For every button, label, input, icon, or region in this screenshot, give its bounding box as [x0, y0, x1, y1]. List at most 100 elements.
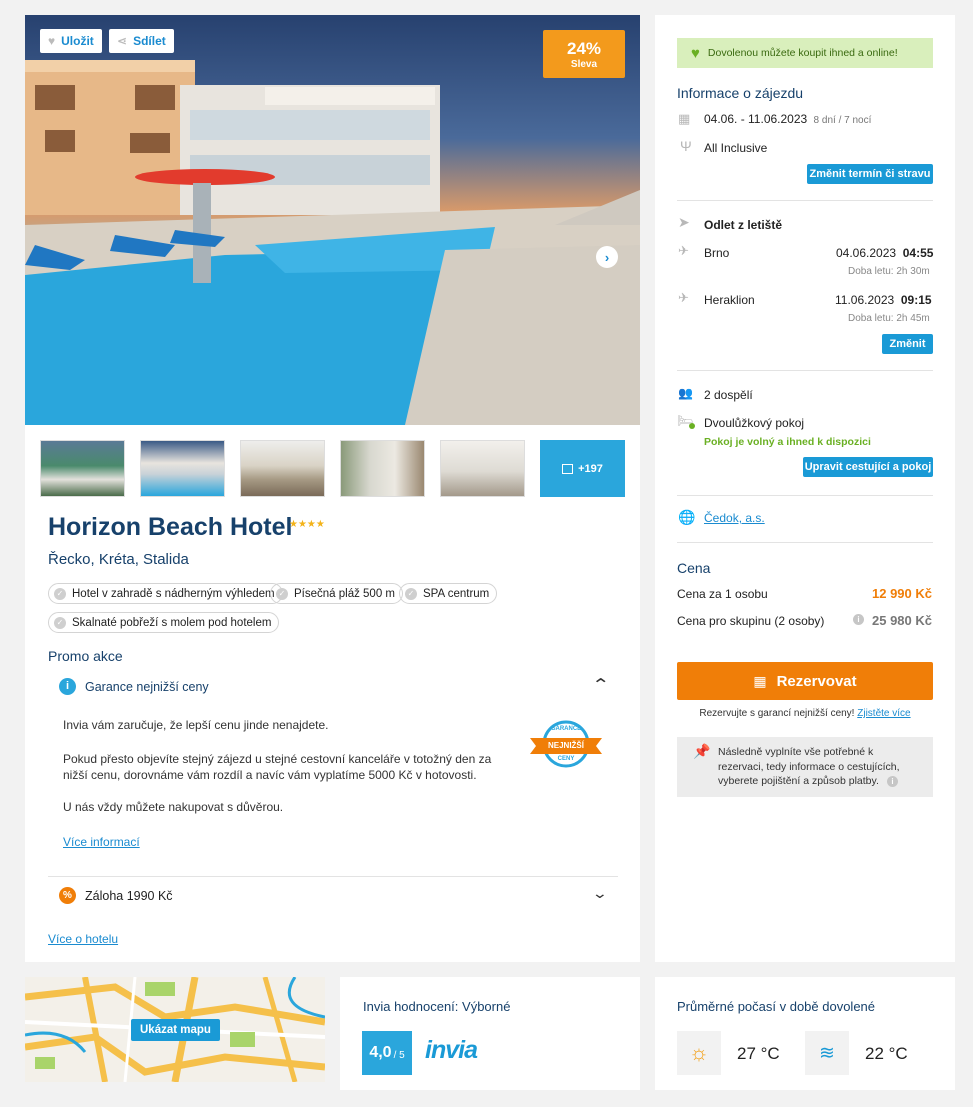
return-duration: Doba letu: 2h 45m	[848, 313, 930, 324]
invia-logo: invia	[425, 1036, 478, 1064]
heart-icon: ♥	[691, 44, 700, 62]
book-button[interactable]: ▦ Rezervovat	[677, 662, 933, 700]
info-icon[interactable]: i	[853, 614, 864, 625]
guarantee-note-text: Rezervujte s garancí nejnižší ceny!	[699, 708, 855, 719]
feature-tag-label: Písečná pláž 500 m	[294, 587, 396, 600]
discount-badge: 24% Sleva	[543, 30, 625, 78]
change-term-button[interactable]: Změnit termín či stravu	[807, 164, 933, 184]
save-label: Uložit	[61, 34, 94, 48]
promo-text-3: U nás vždy můžete nakupovat s důvěrou.	[63, 800, 284, 814]
room-status: Pokoj je volný a ihned k dispozici	[704, 436, 871, 448]
more-photos-button[interactable]: +197	[540, 440, 625, 497]
trip-info-heading: Informace o zájezdu	[677, 85, 804, 101]
hotel-name: Horizon Beach Hotel	[48, 513, 293, 541]
info-icon: i	[59, 678, 76, 695]
photo-thumbnail[interactable]	[340, 440, 425, 497]
promo-text-1: Invia vám zaručuje, že lepší cenu jinde …	[63, 718, 329, 732]
check-icon: ✓	[276, 587, 288, 600]
show-map-button[interactable]: Ukázat mapu	[131, 1019, 220, 1041]
return-time: 09:15	[900, 293, 932, 307]
feature-tag: ✓ SPA centrum	[399, 583, 498, 604]
check-icon: ✓	[405, 587, 417, 600]
chevron-right-icon: ›	[604, 249, 610, 265]
rating-value: 4,0	[369, 1044, 392, 1061]
chevron-up-icon: ⌃	[591, 677, 611, 694]
heart-icon: ♥	[48, 34, 56, 48]
water-temperature: 22 °C	[865, 1044, 908, 1063]
price-group: 25 980 Kč	[872, 613, 932, 628]
water-temperature-icon: ≋	[805, 1031, 849, 1075]
calendar-icon: ▦	[753, 672, 767, 689]
share-icon: ⋖	[117, 34, 128, 48]
outbound-city: Brno	[704, 246, 730, 260]
info-icon[interactable]: i	[887, 776, 898, 787]
price-heading: Cena	[677, 560, 711, 576]
online-notice-text: Dovolenou můžete koupit ihned a online!	[707, 47, 898, 59]
price-group-label: Cena pro skupinu (2 osoby)	[677, 614, 825, 628]
deposit-title: Záloha 1990 Kč	[85, 889, 173, 903]
departure-heading: Odlet z letiště	[704, 218, 783, 232]
outbound-date: 04.06.2023	[836, 246, 897, 260]
guarantee-link[interactable]: Zjistěte více	[857, 708, 910, 719]
percent-icon: %	[59, 887, 76, 904]
plane-takeoff-icon: ✈	[678, 243, 689, 258]
edit-travellers-button[interactable]: Upravit cestující a pokoj	[803, 457, 933, 477]
pin-icon: 📌	[693, 743, 711, 759]
price-per-person: 12 990 Kč	[872, 586, 932, 601]
map-card[interactable]: Ukázat mapu	[25, 977, 325, 1082]
share-label: Sdílet	[133, 34, 166, 48]
outbound-duration: Doba letu: 2h 30m	[848, 266, 930, 277]
photo-thumbnail[interactable]	[40, 440, 125, 497]
check-icon: ✓	[54, 587, 66, 600]
gallery-icon	[562, 463, 574, 474]
return-datetime: 11.06.2023 09:15	[835, 293, 932, 307]
trip-dates-value: 04.06. - 11.06.2023	[704, 112, 808, 126]
discount-label: Sleva	[570, 59, 598, 70]
outbound-datetime: 04.06.2023 04:55	[836, 246, 933, 260]
chevron-down-icon: ⌄	[591, 885, 609, 901]
save-button[interactable]: ♥ Uložit	[40, 29, 102, 53]
guarantee-accordion-header[interactable]: i Garance nejnižší ceny ⌃	[48, 670, 618, 704]
feature-tag-label: Hotel v zahradě s nádherným výhledem	[72, 587, 275, 600]
people-icon: 👥	[678, 386, 693, 400]
air-temperature: 27 °C	[737, 1044, 780, 1063]
calendar-icon: ▦	[678, 111, 691, 126]
divider	[677, 200, 933, 201]
badge-text-top: GARANCE	[550, 726, 582, 732]
badge-text-mid: NEJNIŽŠÍ	[547, 741, 584, 750]
travel-agency-link[interactable]: Čedok, a.s.	[704, 511, 765, 525]
board-type: All Inclusive	[704, 141, 768, 155]
guarantee-note: Rezervujte s garancí nejnižší ceny! Zjis…	[677, 708, 933, 719]
deposit-accordion-header[interactable]: % Záloha 1990 Kč ⌄	[48, 879, 618, 913]
lowest-price-badge: GARANCE NEJNIŽŠÍ CENY	[530, 718, 602, 770]
return-date: 11.06.2023	[835, 293, 895, 307]
more-info-link[interactable]: Více informací	[63, 835, 140, 849]
trip-duration: 8 dní / 7 nocí	[813, 115, 872, 126]
photo-thumbnail[interactable]	[140, 440, 225, 497]
check-icon: ✓	[54, 616, 66, 629]
sun-icon: ☼	[677, 1031, 721, 1075]
price-per-person-label: Cena za 1 osobu	[677, 587, 768, 601]
change-flight-button[interactable]: Změnit	[882, 334, 933, 354]
hotel-stars: ★★★★	[289, 519, 325, 530]
share-button[interactable]: ⋖ Sdílet	[109, 29, 174, 53]
book-button-label: Rezervovat	[776, 672, 857, 690]
divider	[677, 370, 933, 371]
trip-dates: 04.06. - 11.06.2023 8 dní / 7 nocí	[704, 112, 871, 126]
badge-text-bot: CENY	[557, 756, 575, 762]
photo-thumbnail[interactable]	[240, 440, 325, 497]
photo-thumbnail[interactable]	[440, 440, 525, 497]
cutlery-icon: Ψ	[680, 138, 692, 154]
weather-title: Průměrné počasí v době dovolené	[677, 999, 876, 1014]
hotel-details-link[interactable]: Více o hotelu	[48, 932, 118, 946]
promo-heading: Promo akce	[48, 648, 123, 664]
room-type: Dvoulůžkový pokoj	[704, 416, 805, 430]
feature-tag-label: SPA centrum	[423, 587, 490, 600]
next-photo-button[interactable]: ›	[596, 246, 618, 268]
plane-icon: ➤	[678, 214, 690, 230]
hotel-location: Řecko, Kréta, Stalida	[48, 551, 189, 568]
feature-tag-label: Skalnaté pobřeží s molem pod hotelem	[72, 616, 272, 629]
hotel-main-photo[interactable]: ♥ Uložit ⋖ Sdílet 24% Sleva ›	[25, 15, 640, 425]
rating-title: Invia hodnocení: Výborné	[363, 999, 511, 1014]
feature-tag: ✓ Písečná pláž 500 m	[270, 583, 404, 604]
